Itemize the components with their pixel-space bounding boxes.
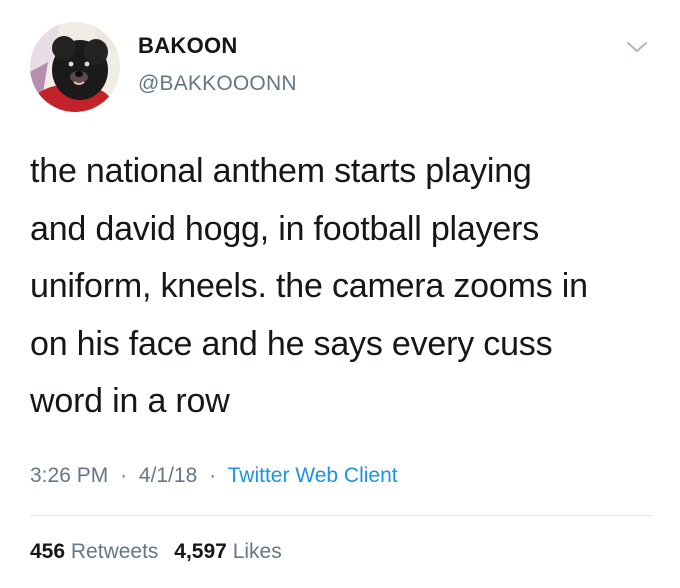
likes-stat[interactable]: 4,597 Likes — [174, 540, 281, 563]
tweet-stats: 456 Retweets 4,597 Likes — [30, 540, 282, 564]
avatar[interactable] — [30, 22, 120, 112]
retweets-label: Retweets — [70, 540, 159, 563]
tweet-text-line: the national anthem starts playing — [30, 152, 532, 190]
likes-count: 4,597 — [174, 540, 227, 563]
meta-separator: · — [209, 464, 217, 487]
avatar-image — [30, 22, 120, 112]
tweet-text-line: on his face and he says every cuss — [30, 324, 553, 363]
tweet-metadata: 3:26 PM · 4/1/18 · Twitter Web Client — [30, 464, 398, 488]
divider — [30, 515, 652, 516]
client-link[interactable]: Twitter Web Client — [228, 464, 398, 487]
tweet-card: BAKOON @BAKKOOONN the national anthem st… — [0, 0, 680, 588]
chevron-down-icon[interactable] — [624, 36, 650, 58]
retweets-stat[interactable]: 456 Retweets — [30, 540, 164, 563]
tweet-text: the national anthem starts playing and d… — [30, 143, 660, 431]
tweet-time[interactable]: 3:26 PM — [30, 464, 108, 487]
tweet-text-line: uniform, kneels. the camera zooms in — [30, 267, 588, 305]
meta-separator: · — [120, 464, 128, 487]
likes-label: Likes — [232, 540, 282, 563]
tweet-date[interactable]: 4/1/18 — [139, 464, 197, 487]
retweets-count: 456 — [30, 540, 66, 563]
tweet-text-line: word in a row — [30, 382, 230, 420]
username-handle[interactable]: @BAKKOOONN — [138, 72, 297, 96]
tweet-text-line: and david hogg, in football players — [30, 209, 540, 248]
display-name[interactable]: BAKOON — [138, 33, 238, 59]
